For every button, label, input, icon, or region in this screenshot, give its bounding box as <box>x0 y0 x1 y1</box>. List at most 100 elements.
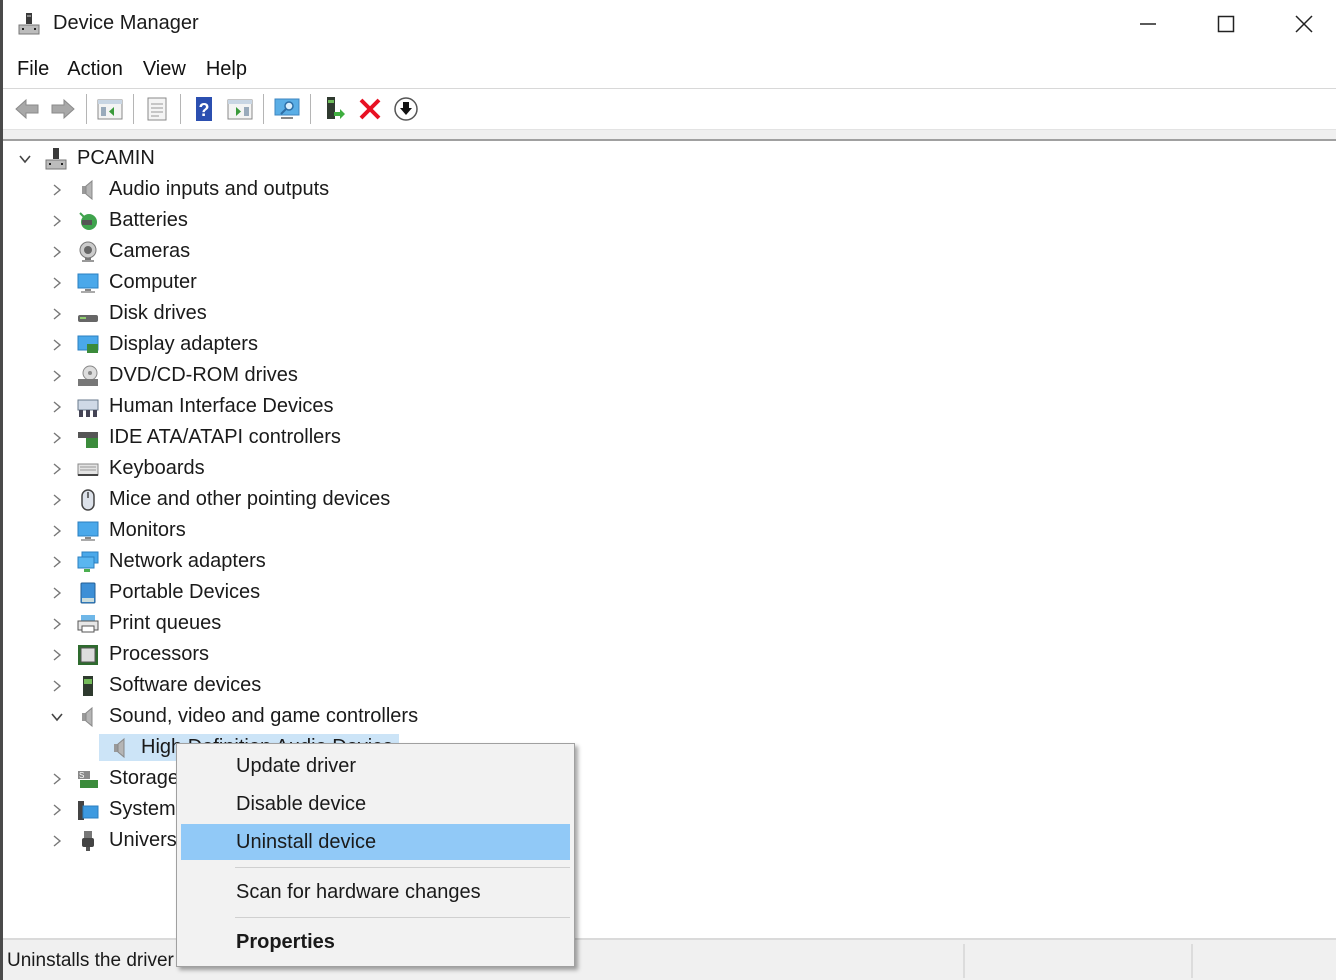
device-manager-icon <box>17 12 41 36</box>
expand-toggle[interactable] <box>47 676 67 696</box>
expand-toggle[interactable] <box>47 273 67 293</box>
expand-toggle[interactable] <box>47 211 67 231</box>
tree-category-dvd-cd-rom-drives[interactable]: DVD/CD-ROM drives <box>47 360 304 391</box>
chevron-right-icon <box>53 338 62 351</box>
expand-toggle[interactable] <box>47 304 67 324</box>
menu-file[interactable]: File <box>17 58 63 81</box>
menu-action[interactable]: Action <box>67 58 137 81</box>
tree-item-label: Print queues <box>109 612 222 634</box>
context-menu-scan-hardware[interactable]: Scan for hardware changes <box>181 874 570 910</box>
tree-item-label: Display adapters <box>109 333 258 355</box>
context-menu-properties[interactable]: Properties <box>181 924 570 960</box>
tree-item-icon <box>75 208 101 234</box>
tree-category-keyboards[interactable]: Keyboards <box>47 453 211 484</box>
tree-category-batteries[interactable]: Batteries <box>47 205 194 236</box>
properties-button[interactable] <box>139 92 175 126</box>
tree-item-icon <box>75 363 101 389</box>
tree-item-icon <box>75 394 101 420</box>
minimize-icon <box>1140 23 1156 25</box>
chevron-right-icon <box>53 183 62 196</box>
maximize-button[interactable] <box>1187 0 1265 48</box>
tree-category-software-devices[interactable]: Software devices <box>47 670 267 701</box>
tree-item-content: Monitors <box>67 517 192 544</box>
expand-toggle[interactable] <box>47 521 67 541</box>
uninstall-device-button[interactable] <box>352 92 388 126</box>
minimize-button[interactable] <box>1109 0 1187 48</box>
tree-item-content: Mice and other pointing devices <box>67 486 396 513</box>
expand-toggle[interactable] <box>47 428 67 448</box>
tree-root-pcamin[interactable]: PCAMIN <box>15 143 161 174</box>
tree-category-computer[interactable]: Computer <box>47 267 203 298</box>
tree-item-label: Keyboards <box>109 457 205 479</box>
tree-category-network-adapters[interactable]: Network adapters <box>47 546 272 577</box>
menu-view[interactable]: View <box>143 58 200 81</box>
tree-category-audio-inputs-and-outputs[interactable]: Audio inputs and outputs <box>47 174 335 205</box>
forward-arrow-icon <box>51 98 75 120</box>
expand-toggle[interactable] <box>47 800 67 820</box>
storage-controller-icon: S <box>78 770 98 788</box>
tree-category-sound-video-and-game-controllers[interactable]: Sound, video and game controllers <box>47 701 424 732</box>
collapse-toggle[interactable] <box>15 149 35 169</box>
enable-device-button[interactable] <box>388 92 424 126</box>
tree-item-label: Processors <box>109 643 210 665</box>
context-menu-uninstall-device[interactable]: Uninstall device <box>181 824 570 860</box>
expand-toggle[interactable] <box>47 645 67 665</box>
system-device-icon <box>78 800 99 820</box>
show-hide-action-pane-button[interactable] <box>222 92 258 126</box>
tree-category-human-interface-devices[interactable]: Human Interface Devices <box>47 391 340 422</box>
close-button[interactable] <box>1265 0 1336 48</box>
tree-item-content: DVD/CD-ROM drives <box>67 362 304 389</box>
monitor-icon <box>77 521 99 541</box>
chevron-right-icon <box>53 245 62 258</box>
tree-item-content: PCAMIN <box>35 145 161 172</box>
expand-toggle[interactable] <box>47 552 67 572</box>
tree-category-display-adapters[interactable]: Display adapters <box>47 329 264 360</box>
expand-toggle[interactable] <box>47 459 67 479</box>
tree-item-icon <box>75 580 101 606</box>
help-icon: ? <box>196 97 212 121</box>
tree-category-ide-ata-atapi-controllers[interactable]: IDE ATA/ATAPI controllers <box>47 422 347 453</box>
tree-category-monitors[interactable]: Monitors <box>47 515 192 546</box>
expand-toggle[interactable] <box>47 769 67 789</box>
tree-category-print-queues[interactable]: Print queues <box>47 608 227 639</box>
tree-category-mice-and-other-pointing-devices[interactable]: Mice and other pointing devices <box>47 484 396 515</box>
back-button[interactable] <box>9 92 45 126</box>
help-button[interactable]: ? <box>186 92 222 126</box>
expand-toggle[interactable] <box>47 831 67 851</box>
context-menu-disable-device[interactable]: Disable device <box>181 786 570 822</box>
expand-toggle[interactable] <box>47 180 67 200</box>
toolbar: ? <box>3 89 1336 129</box>
context-menu-update-driver[interactable]: Update driver <box>181 748 570 784</box>
tree-item-icon <box>75 425 101 451</box>
tree-item-icon <box>75 611 101 637</box>
show-hide-console-tree-button[interactable] <box>92 92 128 126</box>
menu-help[interactable]: Help <box>206 58 261 81</box>
expand-toggle[interactable] <box>47 366 67 386</box>
tree-category-disk-drives[interactable]: Disk drives <box>47 298 213 329</box>
tree-item-icon <box>43 146 69 172</box>
scan-hardware-button[interactable] <box>269 92 305 126</box>
chevron-down-icon <box>51 712 63 721</box>
expand-toggle[interactable] <box>47 583 67 603</box>
toolbar-separator <box>86 94 87 124</box>
network-adapter-icon <box>77 551 99 572</box>
uninstall-device-icon <box>359 98 381 120</box>
expand-toggle[interactable] <box>47 335 67 355</box>
tree-category-portable-devices[interactable]: Portable Devices <box>47 577 266 608</box>
expand-toggle[interactable] <box>47 397 67 417</box>
expand-toggle[interactable] <box>47 614 67 634</box>
tree-item-icon <box>75 487 101 513</box>
tree-category-cameras[interactable]: Cameras <box>47 236 196 267</box>
tree-category-processors[interactable]: Processors <box>47 639 215 670</box>
collapse-toggle[interactable] <box>47 707 67 727</box>
tree-item-icon <box>75 239 101 265</box>
mouse-icon <box>81 488 95 511</box>
maximize-icon <box>1217 15 1235 33</box>
expand-toggle[interactable] <box>47 242 67 262</box>
tree-item-icon <box>75 549 101 575</box>
tree-item-content: Disk drives <box>67 300 213 327</box>
expand-toggle[interactable] <box>47 490 67 510</box>
forward-button[interactable] <box>45 92 81 126</box>
update-driver-button[interactable] <box>316 92 352 126</box>
